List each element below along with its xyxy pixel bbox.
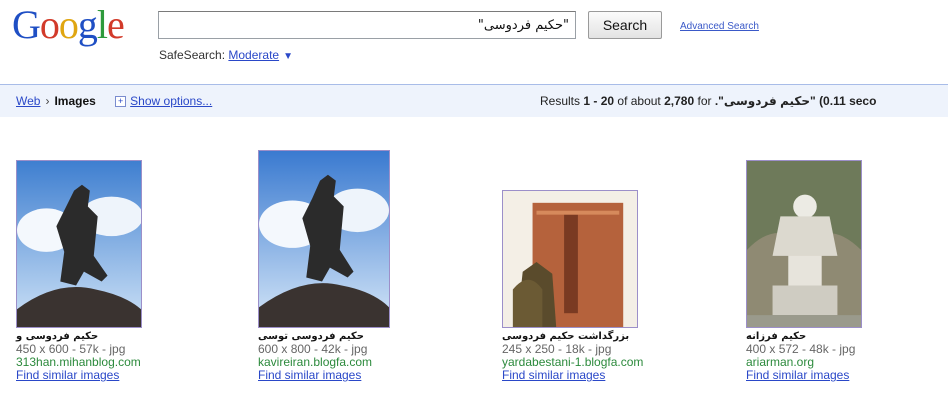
results-query: "حکیم فردوسی". xyxy=(714,94,816,108)
find-similar-link[interactable]: Find similar images xyxy=(16,369,141,382)
dropdown-arrow-icon[interactable]: ▼ xyxy=(283,51,293,62)
images-label: Images xyxy=(54,94,96,108)
search-input[interactable] xyxy=(158,11,576,39)
breadcrumb-separator: › xyxy=(45,94,50,108)
results-prefix: Results xyxy=(540,94,581,108)
plus-icon[interactable]: + xyxy=(115,96,127,108)
image-thumbnail-1[interactable] xyxy=(16,160,142,328)
tomb-image xyxy=(503,191,637,327)
statue-image xyxy=(17,161,141,327)
image-thumbnail-3[interactable] xyxy=(502,190,638,328)
statue-image xyxy=(747,161,861,327)
safesearch-label: SafeSearch: xyxy=(159,48,226,62)
breadcrumb: Web › Images + Show options... xyxy=(16,94,212,108)
results-of-about: of about xyxy=(617,94,661,108)
google-logo[interactable]: Google xyxy=(12,2,125,48)
show-options-link[interactable]: Show options... xyxy=(130,94,212,108)
results-for: for xyxy=(697,94,712,108)
results-stats: Results 1 - 20 of about 2,780 for "حکیم … xyxy=(540,94,876,108)
safesearch-dropdown[interactable]: Moderate xyxy=(228,48,279,62)
web-link[interactable]: Web xyxy=(16,94,40,108)
find-similar-link[interactable]: Find similar images xyxy=(746,369,855,382)
image-meta-2: حکیم فردوسی توسی 600 x 800 - 42k - jpg k… xyxy=(258,330,372,382)
advanced-search-link[interactable]: Advanced Search xyxy=(680,21,759,32)
results-time: (0.11 seco xyxy=(819,94,877,108)
find-similar-link[interactable]: Find similar images xyxy=(502,369,643,382)
image-meta-1: حکیم فردوسی و 450 x 600 - 57k - jpg 313h… xyxy=(16,330,141,382)
image-thumbnail-2[interactable] xyxy=(258,150,390,328)
statue-image xyxy=(259,151,389,327)
search-button[interactable]: Search xyxy=(588,11,662,39)
results-range: 1 - 20 xyxy=(583,94,615,108)
find-similar-link[interactable]: Find similar images xyxy=(258,369,372,382)
image-meta-3: بزرگداشت حکیم فردوسی 245 x 250 - 18k - j… xyxy=(502,330,643,382)
results-count: 2,780 xyxy=(664,94,695,108)
safesearch-control: SafeSearch: Moderate ▼ xyxy=(159,48,293,62)
image-thumbnail-4[interactable] xyxy=(746,160,862,328)
image-meta-4: حکیم فرزانه 400 x 572 - 48k - jpg ariarm… xyxy=(746,330,855,382)
